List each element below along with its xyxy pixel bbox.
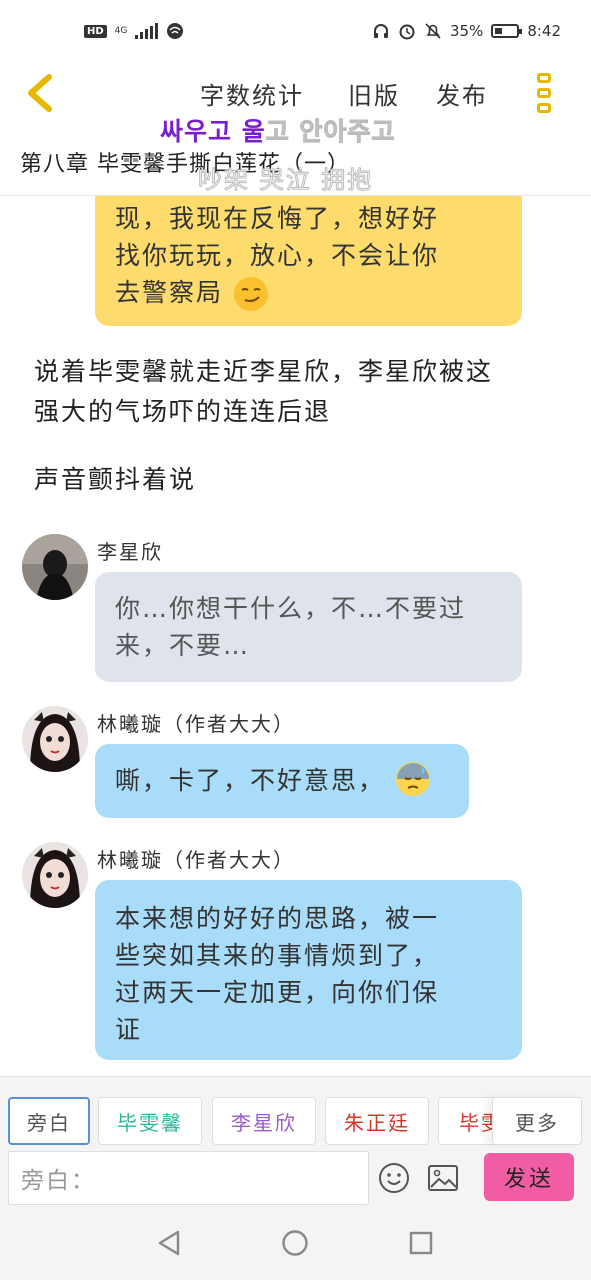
status-right: 35% 8:42: [372, 22, 561, 40]
top-message-bubble[interactable]: 现，我现在反悔了，想好好 找你玩玩，放心，不会让你 去警察局: [95, 196, 522, 326]
emoji-button[interactable]: [377, 1161, 411, 1195]
role-tab-bi-wenxin[interactable]: 毕雯馨: [98, 1097, 202, 1145]
recents-square-icon: [409, 1231, 433, 1255]
chevron-left-icon: [28, 74, 52, 112]
narration-line: 强大的气场吓的连连后退: [34, 397, 332, 426]
avatar-author[interactable]: [22, 842, 88, 908]
overlay-chinese-caption: 吵架 哭泣 拥抱: [197, 166, 374, 195]
overlay-korean-caption: 싸우고 울고 안아주고: [160, 112, 395, 148]
clock: 8:42: [527, 22, 561, 40]
message-bubble[interactable]: 嘶，卡了，不好意思，: [95, 744, 469, 818]
message-bubble[interactable]: 本来想的好好的思路，被一 些突如其来的事情烦到了， 过两天一定加更，向你们保 证: [95, 880, 522, 1060]
role-tab-label: 旁白: [27, 1110, 71, 1135]
avatar-image: [22, 706, 88, 772]
speaker-name: 李星欣: [97, 540, 163, 564]
overlay-korean-colored: 싸우고 울: [160, 117, 266, 146]
message-line: 找你玩玩，放心，不会让你: [115, 241, 440, 270]
overlay-korean-ghost: 고 안아주고: [265, 117, 396, 147]
battery-icon: [491, 24, 523, 38]
word-count-link[interactable]: 字数统计: [200, 76, 304, 111]
network-type: 4G: [114, 25, 128, 36]
image-button[interactable]: [426, 1161, 460, 1195]
avatar-li-xingxin[interactable]: [22, 534, 88, 600]
message-line: 你…你想干什么，不…不要过: [115, 594, 467, 623]
message-line: 证: [115, 1015, 143, 1044]
avatar-image: [22, 842, 88, 908]
role-tab-label: 毕雯馨: [117, 1110, 183, 1135]
message-line: 些突如其来的事情烦到了，: [115, 941, 440, 970]
nav-recents-button[interactable]: [406, 1228, 436, 1258]
message-input[interactable]: 旁白：: [8, 1151, 369, 1205]
headphones-icon: [373, 24, 388, 38]
message-line: 现，我现在反悔了，想好好: [115, 204, 440, 233]
message-line: 过两天一定加更，向你们保: [115, 978, 440, 1007]
message-line: 来，不要…: [115, 631, 251, 660]
publish-link[interactable]: 发布: [436, 76, 488, 111]
alarm-icon: [399, 24, 415, 40]
menu-button[interactable]: [528, 68, 560, 118]
speaker-name: 林曦璇（作者大大）: [97, 712, 295, 736]
role-tab-label: 朱正廷: [344, 1110, 410, 1135]
smiley-icon: [379, 1163, 409, 1193]
more-roles-button[interactable]: 更多: [492, 1097, 582, 1145]
vertical-dots-icon: [537, 73, 551, 83]
avatar-image: [22, 534, 88, 600]
chat-content[interactable]: 现，我现在反悔了，想好好 找你玩玩，放心，不会让你 去警察局 说着毕雯馨就走近李…: [0, 196, 591, 1076]
mute-bell-icon: [425, 23, 441, 39]
status-left: HD 4G: [84, 22, 184, 40]
narration-line: 说着毕雯馨就走近李星欣，李星欣被这: [34, 357, 494, 386]
message-line: 嘶，卡了，不好意思，: [115, 766, 386, 795]
nav-back-button[interactable]: [154, 1228, 184, 1258]
smirk-emoji-icon: [233, 277, 268, 311]
role-tab-li-xingxin[interactable]: 李星欣: [212, 1097, 316, 1145]
old-version-link[interactable]: 旧版: [348, 76, 400, 111]
message-line: 去警察局: [115, 278, 224, 307]
image-icon: [428, 1165, 458, 1191]
hd-badge: HD: [84, 24, 107, 38]
speaker-name: 林曦璇（作者大大）: [97, 848, 295, 872]
role-tab-label: 李星欣: [231, 1110, 297, 1135]
narration-block[interactable]: 声音颤抖着说: [34, 460, 564, 500]
signal-icon: [135, 23, 159, 39]
message-line: 本来想的好好的思路，被一: [115, 904, 440, 933]
back-button[interactable]: [18, 68, 62, 118]
role-tab-zhu-zhengting[interactable]: 朱正廷: [325, 1097, 429, 1145]
battery-percent: 35%: [449, 22, 484, 40]
send-button[interactable]: 发送: [484, 1153, 574, 1201]
message-bubble[interactable]: 你…你想干什么，不…不要过 来，不要…: [95, 572, 522, 682]
sweat-emoji-icon: [395, 762, 430, 796]
composer: 旁白 毕雯馨 李星欣 朱正廷 毕雯 更多 旁白： 发送: [0, 1076, 591, 1206]
system-nav-bar: [0, 1206, 591, 1280]
narration-block[interactable]: 说着毕雯馨就走近李星欣，李星欣被这 强大的气场吓的连连后退: [34, 352, 564, 432]
status-bar: HD 4G 35% 8:42: [0, 0, 591, 62]
back-triangle-icon: [158, 1230, 180, 1256]
role-tab-narrator[interactable]: 旁白: [8, 1097, 90, 1145]
wifi-icon: [167, 23, 184, 39]
home-circle-icon: [282, 1230, 308, 1256]
nav-home-button[interactable]: [280, 1228, 310, 1258]
avatar-author[interactable]: [22, 706, 88, 772]
